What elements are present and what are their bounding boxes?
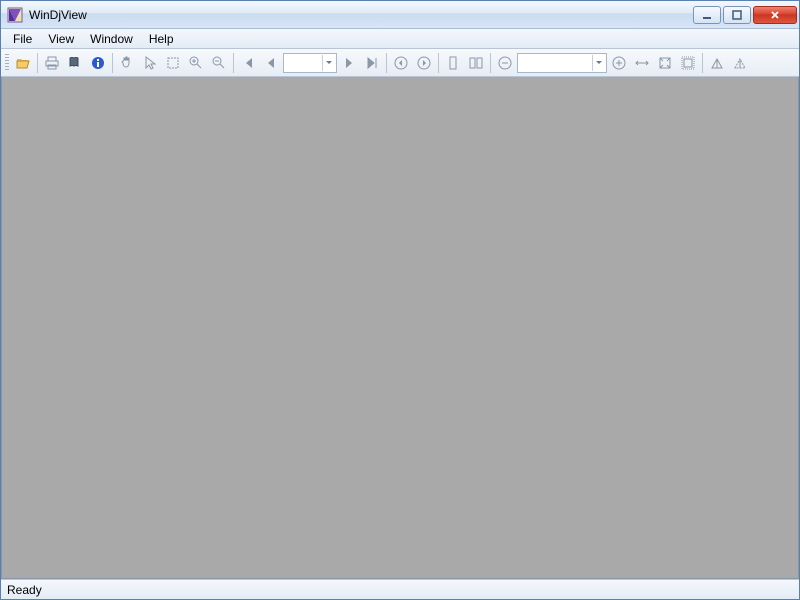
fit-width-icon [631, 52, 653, 74]
forward-icon [413, 52, 435, 74]
separator [702, 53, 703, 73]
menu-window[interactable]: Window [82, 30, 141, 48]
zoom-dropdown[interactable] [517, 53, 607, 73]
menu-view[interactable]: View [40, 30, 82, 48]
separator [233, 53, 234, 73]
fit-page-icon [654, 52, 676, 74]
print-icon [41, 52, 63, 74]
separator [386, 53, 387, 73]
find-icon[interactable] [64, 52, 86, 74]
zoom-in-2-icon [608, 52, 630, 74]
separator [112, 53, 113, 73]
zoom-out-2-icon [494, 52, 516, 74]
first-page-icon [237, 52, 259, 74]
app-icon [7, 7, 23, 23]
window-title: WinDjView [29, 8, 693, 22]
menu-file[interactable]: File [5, 30, 40, 48]
menu-help[interactable]: Help [141, 30, 182, 48]
info-icon[interactable] [87, 52, 109, 74]
maximize-button[interactable] [723, 6, 751, 24]
minimize-button[interactable] [693, 6, 721, 24]
single-page-icon [442, 52, 464, 74]
open-icon[interactable] [12, 52, 34, 74]
toolbar-grip [5, 54, 9, 72]
statusbar: Ready [1, 579, 799, 599]
back-icon [390, 52, 412, 74]
menubar: File View Window Help [1, 29, 799, 49]
rotate-left-icon [706, 52, 728, 74]
titlebar: WinDjView [1, 1, 799, 29]
window-controls [693, 6, 797, 24]
prev-page-icon [260, 52, 282, 74]
next-page-icon [338, 52, 360, 74]
facing-icon [465, 52, 487, 74]
separator [37, 53, 38, 73]
document-area [1, 77, 799, 579]
toolbar [1, 49, 799, 77]
separator [490, 53, 491, 73]
zoom-in-icon [185, 52, 207, 74]
marquee-icon [162, 52, 184, 74]
zoom-out-icon [208, 52, 230, 74]
status-text: Ready [7, 583, 42, 597]
close-button[interactable] [753, 6, 797, 24]
chevron-down-icon [322, 55, 334, 71]
page-dropdown[interactable] [283, 53, 337, 73]
last-page-icon [361, 52, 383, 74]
rotate-right-icon [729, 52, 751, 74]
actual-size-icon [677, 52, 699, 74]
chevron-down-icon [592, 55, 604, 71]
separator [438, 53, 439, 73]
select-icon [139, 52, 161, 74]
pan-icon [116, 52, 138, 74]
